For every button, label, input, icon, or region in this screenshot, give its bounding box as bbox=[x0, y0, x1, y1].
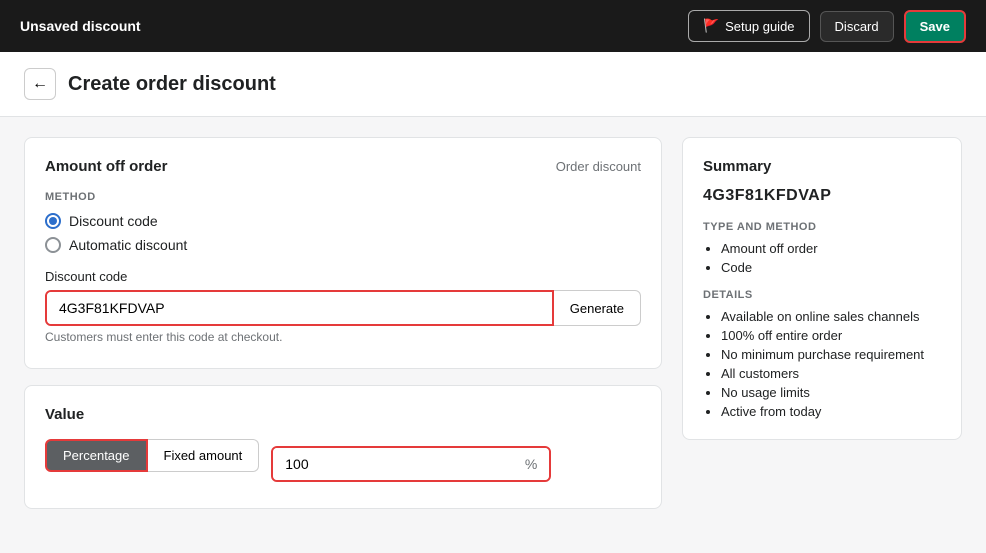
right-panel: Summary 4G3F81KFDVAP TYPE AND METHOD Amo… bbox=[682, 137, 962, 509]
discount-code-label: Discount code bbox=[69, 213, 158, 229]
automatic-discount-radio[interactable] bbox=[45, 237, 61, 253]
topbar-actions: 🚩 Setup guide Discard Save bbox=[688, 10, 966, 43]
flag-icon: 🚩 bbox=[703, 18, 719, 34]
value-card-title: Value bbox=[45, 406, 641, 423]
topbar: Unsaved discount 🚩 Setup guide Discard S… bbox=[0, 0, 986, 52]
summary-method-item: Code bbox=[721, 260, 941, 275]
topbar-title: Unsaved discount bbox=[20, 18, 141, 34]
discount-code-field-group: Discount code Generate Customers must en… bbox=[45, 269, 641, 344]
automatic-discount-label: Automatic discount bbox=[69, 237, 187, 253]
discount-code-radio[interactable] bbox=[45, 213, 61, 229]
automatic-discount-option[interactable]: Automatic discount bbox=[45, 237, 641, 253]
discard-button[interactable]: Discard bbox=[820, 11, 894, 42]
method-radio-group: Discount code Automatic discount bbox=[45, 213, 641, 253]
toggle-group: Percentage Fixed amount bbox=[45, 439, 259, 472]
code-input-wrapper bbox=[45, 290, 554, 326]
save-button[interactable]: Save bbox=[904, 10, 966, 43]
detail-item-3: No minimum purchase requirement bbox=[721, 347, 941, 362]
discount-code-input-row: Generate bbox=[45, 290, 641, 326]
discount-code-hint: Customers must enter this code at checko… bbox=[45, 330, 641, 344]
details-list: Available on online sales channels 100% … bbox=[703, 309, 941, 419]
page-title: Create order discount bbox=[68, 73, 276, 96]
method-label: METHOD bbox=[45, 191, 641, 203]
fixed-amount-toggle[interactable]: Fixed amount bbox=[148, 439, 260, 472]
percentage-toggle[interactable]: Percentage bbox=[45, 439, 148, 472]
detail-item-2: 100% off entire order bbox=[721, 328, 941, 343]
card-header: Amount off order Order discount bbox=[45, 158, 641, 175]
card-badge: Order discount bbox=[556, 159, 641, 174]
back-button[interactable]: ← bbox=[24, 68, 56, 100]
main-content: Amount off order Order discount METHOD D… bbox=[0, 117, 986, 529]
left-panel: Amount off order Order discount METHOD D… bbox=[24, 137, 662, 509]
detail-item-4: All customers bbox=[721, 366, 941, 381]
detail-item-6: Active from today bbox=[721, 404, 941, 419]
discount-code-option[interactable]: Discount code bbox=[45, 213, 641, 229]
value-card: Value Percentage Fixed amount % bbox=[24, 385, 662, 509]
value-controls: Percentage Fixed amount % bbox=[45, 439, 641, 488]
page-header: ← Create order discount bbox=[0, 52, 986, 117]
summary-code: 4G3F81KFDVAP bbox=[703, 187, 941, 205]
type-and-method-label: TYPE AND METHOD bbox=[703, 221, 941, 233]
percent-input-wrapper: % bbox=[271, 446, 551, 482]
card-title: Amount off order bbox=[45, 158, 167, 175]
percent-input[interactable] bbox=[273, 448, 513, 480]
percent-suffix: % bbox=[513, 448, 549, 480]
discount-code-input[interactable] bbox=[47, 292, 552, 324]
detail-item-1: Available on online sales channels bbox=[721, 309, 941, 324]
summary-type-item: Amount off order bbox=[721, 241, 941, 256]
detail-item-5: No usage limits bbox=[721, 385, 941, 400]
generate-button[interactable]: Generate bbox=[554, 290, 641, 326]
amount-off-order-card: Amount off order Order discount METHOD D… bbox=[24, 137, 662, 369]
type-and-method-list: Amount off order Code bbox=[703, 241, 941, 275]
details-label: DETAILS bbox=[703, 289, 941, 301]
discount-code-field-label: Discount code bbox=[45, 269, 641, 284]
summary-card: Summary 4G3F81KFDVAP TYPE AND METHOD Amo… bbox=[682, 137, 962, 440]
setup-guide-button[interactable]: 🚩 Setup guide bbox=[688, 10, 810, 42]
summary-title: Summary bbox=[703, 158, 941, 175]
